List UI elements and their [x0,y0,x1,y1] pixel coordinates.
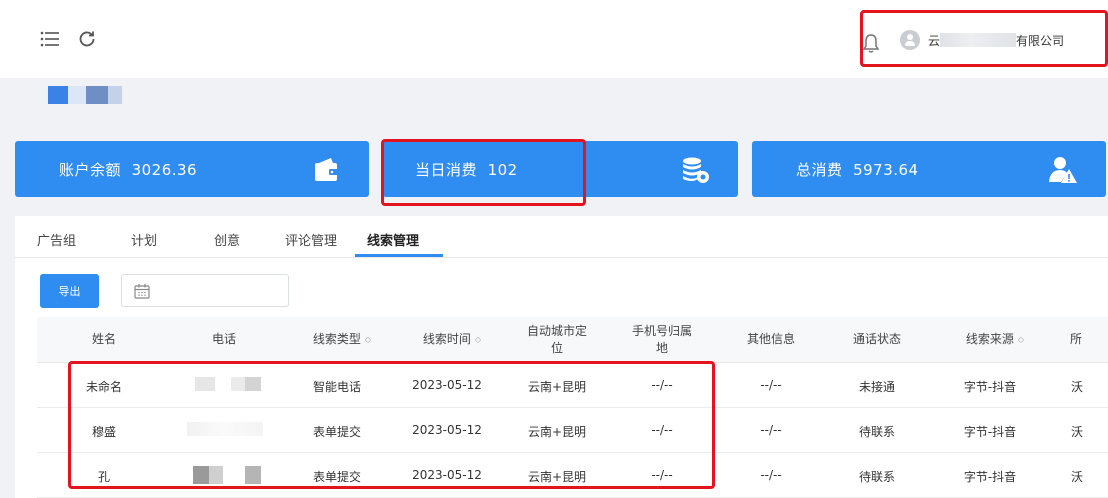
refresh-icon[interactable] [78,30,96,48]
wallet-icon [315,158,339,181]
cell-lead-source: 字节-抖音 [963,425,1017,439]
column-header-name: 姓名 [91,332,116,346]
cell-call-status: 待联系 [858,425,895,439]
cell-more: 沃 [1070,470,1083,484]
cell-call-status: 未接通 [858,380,895,394]
sort-icon[interactable]: ◇ [475,331,481,348]
date-range-input[interactable] [121,274,289,307]
highlight-box-company [860,10,1108,67]
highlight-box-rows [68,361,715,489]
column-header-call-status: 通话状态 [852,332,901,346]
brand-logo [26,84,146,108]
highlight-box-daily [381,139,586,206]
cell-more: 沃 [1070,380,1083,394]
cell-other-info: --/-- [760,378,782,392]
cell-lead-source: 字节-抖音 [963,380,1017,394]
column-header-phone-location: 手机号归属地 [631,324,692,355]
stat-card-balance: 账户余额 3026.36 [15,141,369,197]
stat-value: 3026.36 [131,161,198,179]
export-button[interactable]: 导出 [40,274,99,308]
table-header: 姓名 电话 线索类型 ◇ 线索时间 ◇ 自动城市定位 手机号归属地 其他信息 通话状… [37,317,1108,363]
stat-label: 总消费 [796,161,843,179]
tab-creative[interactable]: 创意 [214,230,240,249]
cell-call-status: 待联系 [858,470,895,484]
calendar-icon [134,284,150,299]
stat-label: 账户余额 [59,161,122,179]
cell-lead-source: 字节-抖音 [963,470,1017,484]
user-alert-icon [1049,157,1077,183]
menu-icon[interactable] [40,31,60,47]
cell-more: 沃 [1070,425,1083,439]
sort-icon[interactable]: ◇ [1018,331,1024,348]
column-header-lead-source[interactable]: 线索来源 ◇ [945,331,1045,348]
stat-value: 5973.64 [853,161,919,179]
cell-other-info: --/-- [760,423,782,437]
cell-other-info: --/-- [760,468,782,482]
column-header-other-info: 其他信息 [746,332,795,346]
column-header-auto-city: 自动城市定位 [526,324,587,355]
coins-icon [683,157,709,183]
column-header-more: 所 [1069,332,1082,346]
column-header-lead-time[interactable]: 线索时间 ◇ [402,331,502,348]
tab-ad-group[interactable]: 广告组 [37,230,76,249]
column-header-phone: 电话 [211,332,236,346]
active-tab-indicator [355,254,443,257]
tab-bar: 广告组 计划 创意 评论管理 线索管理 [15,216,1108,258]
column-header-lead-type[interactable]: 线索类型 ◇ [292,331,392,348]
tab-plan[interactable]: 计划 [131,230,157,249]
tab-comment-management[interactable]: 评论管理 [285,230,337,249]
tab-lead-management[interactable]: 线索管理 [367,230,419,249]
sort-icon[interactable]: ◇ [365,331,371,348]
stat-card-total: 总消费 5973.64 [752,141,1106,197]
